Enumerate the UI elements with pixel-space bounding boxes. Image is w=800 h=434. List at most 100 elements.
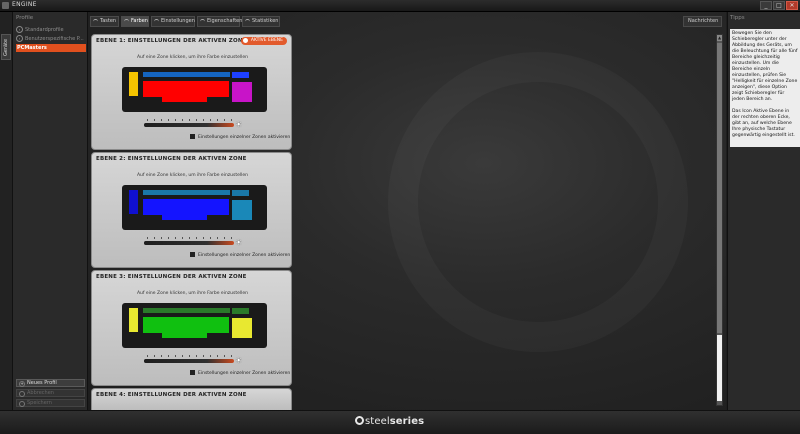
zone-top[interactable] xyxy=(143,190,230,195)
tab-label: Farben xyxy=(131,18,148,24)
zone-instruction: Auf eine Zone klicken, um ihre Farbe ein… xyxy=(136,173,249,178)
zone-right-top[interactable] xyxy=(232,190,249,196)
sidebar-item-custom-profiles[interactable]: › Benutzerspezifische P... xyxy=(16,35,85,43)
active-dot-icon xyxy=(242,38,248,43)
title-bar: ENGINE _ □ ✕ xyxy=(0,0,800,12)
expand-circle-icon: › xyxy=(16,26,23,33)
zone-main-bottom[interactable] xyxy=(162,215,207,220)
button-label: Speichern xyxy=(27,400,52,406)
tip-paragraph: Das Icon Aktive Ebene in der rechten obe… xyxy=(732,109,795,138)
expand-circle-icon: › xyxy=(16,35,23,42)
tips-body: Bewegen Sie den Schieberegler unter der … xyxy=(730,29,800,147)
main-scrollbar[interactable]: ▲ xyxy=(716,34,723,406)
layer-1-panel: EBENE 1: EINSTELLUNGEN DER AKTIVEN ZONE … xyxy=(91,34,292,150)
tab-label: Eigenschaften xyxy=(207,18,243,24)
tips-panel: Tipps Bewegen Sie den Schieberegler unte… xyxy=(727,12,800,410)
sidebar-item-label: Standardprofile xyxy=(25,27,64,33)
button-label: Neues Profil xyxy=(27,380,57,386)
maximize-button[interactable]: □ xyxy=(773,1,785,10)
badge-label: AKTIVE EBENE xyxy=(250,38,283,43)
panel-title: EBENE 2: EINSTELLUNGEN DER AKTIVEN ZONE xyxy=(96,156,247,162)
zone-left[interactable] xyxy=(129,308,138,332)
zone-main[interactable] xyxy=(143,81,229,97)
zone-instruction: Auf eine Zone klicken, um ihre Farbe ein… xyxy=(136,291,249,296)
zone-left[interactable] xyxy=(129,190,138,214)
sidebar-item-label: Benutzerspezifische P... xyxy=(25,36,84,42)
sun-icon: ☀ xyxy=(235,238,243,247)
tab-icon xyxy=(124,19,129,24)
profile-sidebar: Profile › Standardprofile › Benutzerspezif… xyxy=(13,12,88,410)
zone-main-bottom[interactable] xyxy=(162,333,207,338)
zone-instruction: Auf eine Zone klicken, um ihre Farbe ein… xyxy=(136,55,249,60)
tips-header: Tipps xyxy=(730,15,745,21)
individual-zone-checkbox-row[interactable]: Einstellungen einzelner Zonen aktivieren xyxy=(190,252,290,258)
notifications-button[interactable]: Nachrichten xyxy=(683,16,722,27)
logo-text-light: steel xyxy=(365,416,390,427)
save-icon xyxy=(19,401,25,407)
checkbox-label: Einstellungen einzelner Zonen aktivieren xyxy=(198,371,291,376)
cancel-button[interactable]: Abbrechen xyxy=(16,389,85,397)
zone-right[interactable] xyxy=(232,200,252,220)
zone-top[interactable] xyxy=(143,308,230,313)
tab-properties[interactable]: Eigenschaften xyxy=(197,16,243,27)
checkbox[interactable] xyxy=(190,370,195,375)
zone-top[interactable] xyxy=(143,72,230,77)
zone-right[interactable] xyxy=(232,318,252,338)
checkbox[interactable] xyxy=(190,134,195,139)
active-layer-badge: AKTIVE EBENE xyxy=(240,37,287,45)
tab-colors[interactable]: Farben xyxy=(121,16,149,27)
zone-right-top[interactable] xyxy=(232,308,249,314)
zone-right[interactable] xyxy=(232,82,252,102)
brightness-slider[interactable] xyxy=(144,359,234,363)
tab-icon xyxy=(200,19,205,24)
window-title: ENGINE xyxy=(12,1,37,8)
steelseries-logo-icon xyxy=(355,416,364,425)
zone-right-top[interactable] xyxy=(232,72,249,78)
app-icon xyxy=(2,2,9,9)
logo-text-bold: series xyxy=(389,416,425,427)
brightness-slider[interactable] xyxy=(144,241,234,245)
slider-ticks xyxy=(147,237,232,239)
individual-zone-checkbox-row[interactable]: Einstellungen einzelner Zonen aktivieren xyxy=(190,134,290,140)
zone-left[interactable] xyxy=(129,72,138,96)
steelseries-logo: steelseries xyxy=(355,416,424,427)
main-content: Tasten Farben Einstellungen Eigenschafte… xyxy=(88,12,726,410)
profiles-header: Profile xyxy=(16,15,34,21)
sun-icon: ☀ xyxy=(235,356,243,365)
individual-zone-checkbox-row[interactable]: Einstellungen einzelner Zonen aktivieren xyxy=(190,370,290,376)
save-button[interactable]: Speichern xyxy=(16,399,85,407)
tab-icon xyxy=(245,19,250,24)
brightness-slider[interactable] xyxy=(144,123,234,127)
tab-label: Einstellungen xyxy=(161,18,195,24)
checkbox-label: Einstellungen einzelner Zonen aktivieren xyxy=(198,253,291,258)
tab-keys[interactable]: Tasten xyxy=(90,16,119,27)
sun-icon: ☀ xyxy=(235,120,243,129)
devices-tab[interactable]: Geräte xyxy=(1,34,11,60)
minimize-button[interactable]: _ xyxy=(760,1,772,10)
panel-title: EBENE 1: EINSTELLUNGEN DER AKTIVEN ZONE xyxy=(96,38,247,44)
tab-icon xyxy=(93,19,98,24)
device-tab-strip: Geräte xyxy=(0,12,13,410)
scroll-thumb[interactable] xyxy=(717,43,722,333)
cancel-icon xyxy=(19,391,25,397)
checkbox[interactable] xyxy=(190,252,195,257)
tab-statistics[interactable]: Statistiken xyxy=(242,16,280,27)
zone-main[interactable] xyxy=(143,317,229,333)
tab-icon xyxy=(154,19,159,24)
checkbox-label: Einstellungen einzelner Zonen aktivieren xyxy=(198,135,291,140)
sidebar-item-pcmasters[interactable]: PCMasters xyxy=(16,44,86,52)
background-arc xyxy=(388,52,688,352)
tab-settings[interactable]: Einstellungen xyxy=(151,16,195,27)
tip-paragraph: Bewegen Sie den Schieberegler unter der … xyxy=(732,31,798,102)
scroll-up-arrow-icon[interactable]: ▲ xyxy=(717,35,722,41)
close-button[interactable]: ✕ xyxy=(786,1,798,10)
zone-main[interactable] xyxy=(143,199,229,215)
tab-label: Tasten xyxy=(100,18,117,24)
window-controls: _ □ ✕ xyxy=(760,1,798,10)
new-profile-button[interactable]: + Neues Profil xyxy=(16,379,85,387)
scroll-track[interactable] xyxy=(717,335,722,401)
sidebar-item-standard-profiles[interactable]: › Standardprofile xyxy=(16,26,85,34)
zone-main-bottom[interactable] xyxy=(162,97,207,102)
footer-bar: steelseries xyxy=(0,410,800,434)
layer-4-panel: EBENE 4: EINSTELLUNGEN DER AKTIVEN ZONE xyxy=(91,388,292,410)
